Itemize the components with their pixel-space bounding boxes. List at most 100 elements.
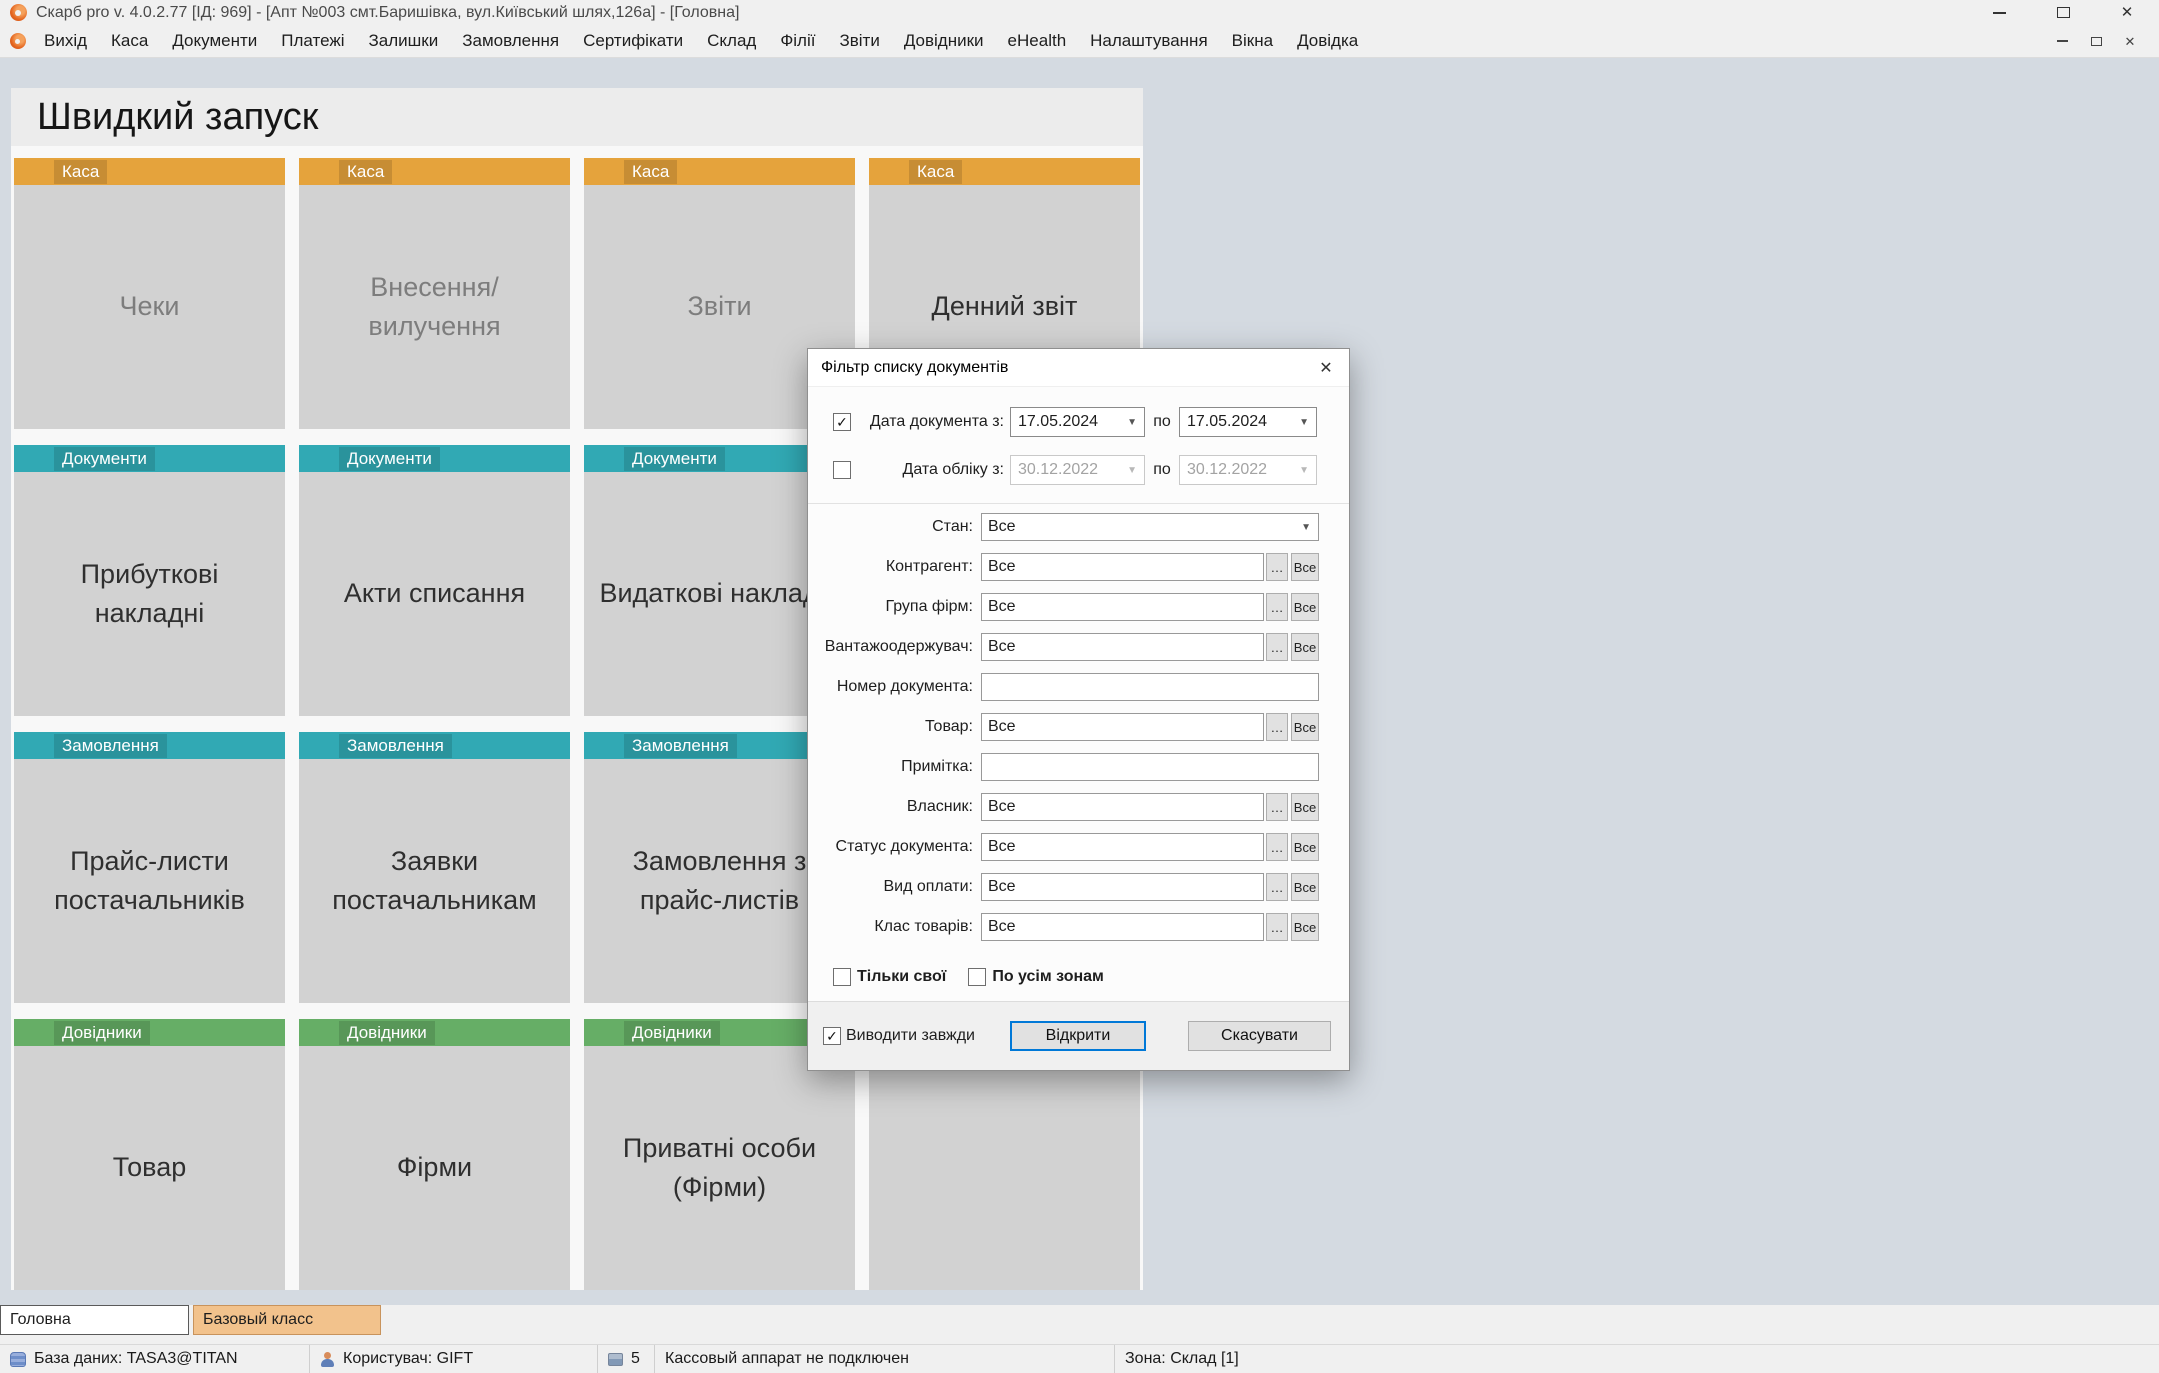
date-value: 17.05.2024 xyxy=(1187,413,1267,431)
document-date-row: ✓ Дата документа з: 17.05.2024 ▼ по 17.0… xyxy=(833,407,1349,437)
grupa-firm-all-button[interactable]: Все xyxy=(1291,593,1319,621)
po-usim-zonam-label: По усім зонам xyxy=(992,968,1104,986)
status-zone-segment: Зона: Склад [1] xyxy=(1115,1345,2159,1373)
cancel-button[interactable]: Скасувати xyxy=(1188,1021,1331,1051)
tab-holovna[interactable]: Головна xyxy=(0,1305,189,1335)
nomer-dokumenta-field[interactable] xyxy=(981,673,1319,701)
tovar-field[interactable]: Все xyxy=(981,713,1264,741)
tab-bazovyi-klass[interactable]: Базовый класс xyxy=(193,1305,381,1335)
document-date-to-picker[interactable]: 17.05.2024 ▼ xyxy=(1179,407,1317,437)
tile-zaiavky-postachalnykam[interactable]: Замовлення Заявки постачальникам xyxy=(299,732,570,1003)
vyvodyty-zavzhdy-checkbox[interactable]: ✓ xyxy=(823,1027,841,1045)
field-row-kontragent: Контрагент: Все … Все xyxy=(808,553,1319,581)
open-button[interactable]: Відкрити xyxy=(1010,1021,1146,1051)
tile-tovar[interactable]: Довідники Товар xyxy=(14,1019,285,1290)
menu-item-ehealth[interactable]: eHealth xyxy=(996,31,1079,51)
tile-cheky[interactable]: Каса Чеки xyxy=(14,158,285,429)
dialog-close-button[interactable]: ✕ xyxy=(1303,349,1349,386)
vyd-oplaty-all-button[interactable]: Все xyxy=(1291,873,1319,901)
date-value: 30.12.2022 xyxy=(1187,461,1267,479)
menu-item-kasa[interactable]: Каса xyxy=(99,31,160,51)
tile-category-label: Документи xyxy=(54,447,155,471)
menu-item-platezhi[interactable]: Платежі xyxy=(269,31,356,51)
menu-item-nalashtuvannia[interactable]: Налаштування xyxy=(1078,31,1220,51)
field-label: Група фірм: xyxy=(808,598,981,616)
field-label: Клас товарів: xyxy=(808,918,981,936)
klas-tovariv-field[interactable]: Все xyxy=(981,913,1264,941)
close-button[interactable]: ✕ xyxy=(2095,0,2159,25)
menu-item-dovidnyky[interactable]: Довідники xyxy=(892,31,996,51)
database-icon xyxy=(10,1352,26,1367)
close-icon: ✕ xyxy=(2121,5,2134,20)
vlasnyk-field[interactable]: Все xyxy=(981,793,1264,821)
tovar-more-button[interactable]: … xyxy=(1266,713,1288,741)
tile-akty-spysannia[interactable]: Документи Акти списання xyxy=(299,445,570,716)
window-controls: ✕ xyxy=(1967,0,2159,25)
status-dokumenta-field[interactable]: Все xyxy=(981,833,1264,861)
menu-item-dovidka[interactable]: Довідка xyxy=(1285,31,1370,51)
tile-category-header: Документи xyxy=(299,445,570,472)
po-usim-zonam-checkbox[interactable] xyxy=(968,968,986,986)
vantazhoderzhuvach-field[interactable]: Все xyxy=(981,633,1264,661)
bottom-block: Головна Базовый класс База даних: TASA3@… xyxy=(0,1305,2159,1373)
tile-prybutkovi-nakladni[interactable]: Документи Прибуткові накладні xyxy=(14,445,285,716)
klas-tovariv-all-button[interactable]: Все xyxy=(1291,913,1319,941)
menu-item-zvity[interactable]: Звіти xyxy=(827,31,891,51)
menu-item-filii[interactable]: Філії xyxy=(768,31,827,51)
status-dokumenta-all-button[interactable]: Все xyxy=(1291,833,1319,861)
menu-item-sklad[interactable]: Склад xyxy=(695,31,768,51)
vlasnyk-more-button[interactable]: … xyxy=(1266,793,1288,821)
vantazhoderzhuvach-all-button[interactable]: Все xyxy=(1291,633,1319,661)
mdi-close-button[interactable]: ✕ xyxy=(2115,28,2145,54)
mdi-restore-button[interactable] xyxy=(2081,28,2111,54)
tilky-svoi-label: Тільки свої xyxy=(857,968,946,986)
mdi-minimize-button[interactable] xyxy=(2047,28,2077,54)
menu-item-sertyfikaty[interactable]: Сертифікати xyxy=(571,31,695,51)
tilky-svoi-checkbox[interactable] xyxy=(833,968,851,986)
menu-item-dokumenty[interactable]: Документи xyxy=(160,31,269,51)
menu-item-vikna[interactable]: Вікна xyxy=(1220,31,1285,51)
tile-prais-lysty-postachalnykiv[interactable]: Замовлення Прайс-листи постачальників xyxy=(14,732,285,1003)
document-date-from-picker[interactable]: 17.05.2024 ▼ xyxy=(1010,407,1145,437)
open-windows-tabs: Головна Базовый класс xyxy=(0,1305,2159,1336)
menu-item-zamovlennia[interactable]: Замовлення xyxy=(450,31,571,51)
grupa-firm-more-button[interactable]: … xyxy=(1266,593,1288,621)
vyd-oplaty-more-button[interactable]: … xyxy=(1266,873,1288,901)
title-bar: Скарб pro v. 4.0.2.77 [ІД: 969] - [Апт №… xyxy=(0,0,2159,25)
field-label: Вантажоодержувач: xyxy=(808,638,981,656)
field-row-tovar: Товар: Все … Все xyxy=(808,713,1319,741)
field-value: Все xyxy=(982,638,1016,656)
minimize-button[interactable] xyxy=(1967,0,2031,25)
field-row-vyd-oplaty: Вид оплати: Все … Все xyxy=(808,873,1319,901)
accounting-date-checkbox[interactable] xyxy=(833,461,851,479)
klas-tovariv-more-button[interactable]: … xyxy=(1266,913,1288,941)
menu-item-vykhid[interactable]: Вихід xyxy=(32,31,99,51)
vantazhoderzhuvach-more-button[interactable]: … xyxy=(1266,633,1288,661)
menu-item-zalyshky[interactable]: Залишки xyxy=(357,31,451,51)
date-to-label: по xyxy=(1145,413,1179,431)
kontragent-field[interactable]: Все xyxy=(981,553,1264,581)
tile-firmy[interactable]: Довідники Фірми xyxy=(299,1019,570,1290)
stan-combo[interactable]: Все ▼ xyxy=(981,513,1319,541)
page-title: Швидкий запуск xyxy=(37,96,318,139)
chevron-down-icon: ▼ xyxy=(1127,465,1137,476)
field-label: Примітка: xyxy=(808,758,981,776)
maximize-button[interactable] xyxy=(2031,0,2095,25)
prymitka-field[interactable] xyxy=(981,753,1319,781)
field-value: Все xyxy=(982,718,1016,736)
tile-category-label: Замовлення xyxy=(624,734,737,758)
status-user: Користувач: GIFT xyxy=(343,1350,473,1368)
status-dokumenta-more-button[interactable]: … xyxy=(1266,833,1288,861)
vlasnyk-all-button[interactable]: Все xyxy=(1291,793,1319,821)
kontragent-more-button[interactable]: … xyxy=(1266,553,1288,581)
vyd-oplaty-field[interactable]: Все xyxy=(981,873,1264,901)
field-label: Вид оплати: xyxy=(808,878,981,896)
user-icon xyxy=(320,1351,335,1368)
document-date-checkbox[interactable]: ✓ xyxy=(833,413,851,431)
tile-vnesennia-vyluchennia[interactable]: Каса Внесення/вилучення xyxy=(299,158,570,429)
kontragent-all-button[interactable]: Все xyxy=(1291,553,1319,581)
dialog-title: Фільтр списку документів xyxy=(808,359,1008,377)
tovar-all-button[interactable]: Все xyxy=(1291,713,1319,741)
grupa-firm-field[interactable]: Все xyxy=(981,593,1264,621)
tile-category-label: Довідники xyxy=(624,1021,720,1045)
